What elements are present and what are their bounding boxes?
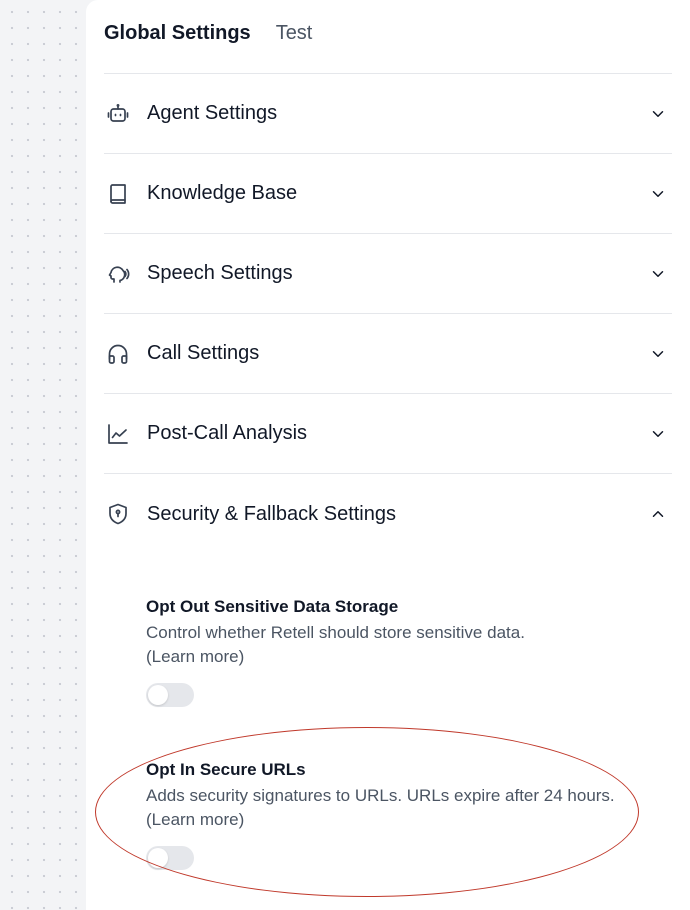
headphones-icon: [105, 341, 131, 367]
chevron-down-icon[interactable]: [648, 424, 668, 444]
chevron-down-icon[interactable]: [648, 184, 668, 204]
section-label: Agent Settings: [147, 102, 278, 124]
toggle-knob: [148, 685, 168, 705]
tab-global-settings[interactable]: Global Settings: [104, 22, 251, 45]
option-description-text: Adds security signatures to URLs. URLs e…: [146, 786, 615, 805]
section-post-call-analysis[interactable]: Post-Call Analysis: [104, 394, 672, 474]
secure-urls-toggle[interactable]: [146, 846, 194, 870]
chevron-down-icon[interactable]: [648, 264, 668, 284]
section-label: Security & Fallback Settings: [147, 502, 396, 525]
section-agent-settings[interactable]: Agent Settings: [104, 74, 672, 154]
tab-bar: Global Settings Test: [104, 0, 672, 74]
section-speech-settings[interactable]: Speech Settings: [104, 234, 672, 314]
section-call-settings[interactable]: Call Settings: [104, 314, 672, 394]
settings-panel: Global Settings Test Agent Settings Know…: [86, 0, 690, 910]
section-knowledge-base[interactable]: Knowledge Base: [104, 154, 672, 234]
section-label: Knowledge Base: [147, 182, 298, 204]
book-icon: [105, 181, 131, 207]
section-label: Call Settings: [147, 342, 260, 364]
speech-head-icon: [105, 261, 131, 287]
option-description: Control whether Retell should store sens…: [146, 621, 621, 669]
section-security-fallback-settings[interactable]: Security & Fallback Settings: [104, 474, 672, 554]
learn-more-link[interactable]: (Learn more): [146, 647, 244, 666]
chevron-up-icon[interactable]: [648, 504, 668, 524]
opt-in-secure-urls: Opt In Secure URLs Adds security signatu…: [146, 760, 646, 870]
section-label: Post-Call Analysis: [147, 422, 308, 444]
robot-icon: [105, 101, 131, 127]
line-chart-icon: [105, 421, 131, 447]
dot-grid-canvas: [0, 0, 86, 910]
option-title: Opt Out Sensitive Data Storage: [146, 597, 399, 616]
opt-out-sensitive-data-storage: Opt Out Sensitive Data Storage Control w…: [146, 597, 646, 707]
toggle-knob: [148, 848, 168, 868]
option-description: Adds security signatures to URLs. URLs e…: [146, 784, 621, 832]
shield-lock-icon: [105, 501, 131, 527]
section-label: Speech Settings: [147, 262, 293, 284]
option-title: Opt In Secure URLs: [146, 760, 306, 779]
opt-out-storage-toggle[interactable]: [146, 683, 194, 707]
tab-test[interactable]: Test: [276, 22, 313, 45]
chevron-down-icon[interactable]: [648, 104, 668, 124]
chevron-down-icon[interactable]: [648, 344, 668, 364]
option-description-text: Control whether Retell should store sens…: [146, 623, 525, 642]
learn-more-link[interactable]: (Learn more): [146, 810, 244, 829]
